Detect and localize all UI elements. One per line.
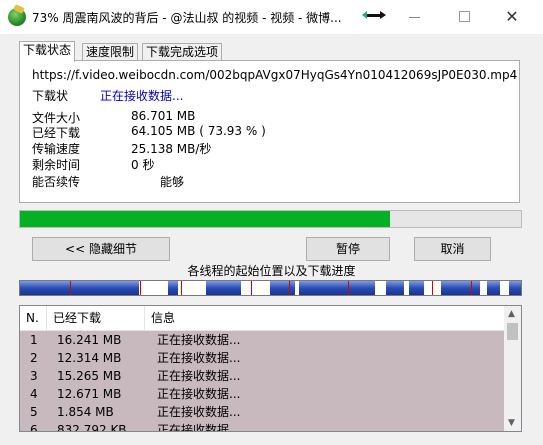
scroll-up-icon[interactable]: ▲ [508,309,515,319]
thread-segment [168,281,178,295]
cell-n: 3 [30,369,38,383]
table-row[interactable]: 4 12.671 MB 正在接收数据... [20,385,504,403]
cell-info: 正在接收数据... [157,351,241,365]
cell-downloaded: 12.671 MB [57,387,122,401]
app-logo-icon [8,8,26,26]
thread-start-marker [432,281,434,295]
cell-n: 4 [30,387,38,401]
hide-details-button[interactable]: << 隐藏细节 [32,237,170,261]
cell-downloaded: 832.792 KB [57,423,127,432]
downloaded-value: 64.105 MB ( 73.93 % ) [131,124,266,138]
column-header-n[interactable]: N. [20,306,47,330]
downloaded-label: 已经下载 [32,126,81,140]
speed-label: 传输速度 [32,142,81,156]
table-row[interactable]: 2 12.314 MB 正在接收数据... [20,349,504,367]
thread-segment [299,281,375,295]
thread-segment [386,281,404,295]
title-bar: 73% 周震南风波的背后 - @法山叔 的视频 - 视频 - 微博... ✕ [0,0,543,34]
thread-start-marker [250,281,252,295]
download-status-panel: https://f.video.weibocdn.com/002bqpAVgx0… [19,60,520,203]
maximize-icon[interactable] [455,8,475,26]
cell-n: 6 [30,423,38,432]
thread-segment [486,281,500,295]
thread-start-marker [347,281,349,295]
window-title: 73% 周震南风波的背后 - @法山叔 的视频 - 视频 - 微博... [32,11,342,25]
tab-completion-options[interactable]: 下载完成选项 [142,43,223,61]
cell-info: 正在接收数据... [157,369,241,383]
state-value: 正在接收数据... [100,89,184,103]
cell-info: 正在接收数据... [157,333,241,347]
cell-n: 1 [30,333,38,347]
table-row[interactable]: 3 15.265 MB 正在接收数据... [20,367,504,385]
thread-segment [440,281,480,295]
thread-start-marker [470,281,472,295]
cell-info: 正在接收数据... [157,405,241,419]
thread-segment [20,281,139,295]
list-scrollbar[interactable]: ▲ ▼ [504,306,521,431]
threads-title: 各线程的起始位置以及下载进度 [187,264,356,278]
thread-start-marker [70,281,72,295]
cell-n: 5 [30,405,38,419]
speed-value: 25.138 MB/秒 [131,142,212,156]
close-icon[interactable]: ✕ [502,8,522,26]
thread-segment [508,281,521,295]
column-header-info[interactable]: 信息 [145,306,501,330]
remaining-label: 剩余时间 [32,158,81,172]
cell-downloaded: 16.241 MB [57,333,122,347]
cell-downloaded: 12.314 MB [57,351,122,365]
resume-label: 能否续传 [32,175,81,189]
list-header: N. 已经下载 信息 [20,306,504,331]
download-progress-bar [19,210,522,228]
thread-segment [408,281,425,295]
download-url: https://f.video.weibocdn.com/002bqpAVgx0… [32,68,517,82]
thread-start-marker [181,281,183,295]
cell-info: 正在接收数据... [157,387,241,401]
cell-n: 2 [30,351,38,365]
cell-downloaded: 1.854 MB [57,405,114,419]
thread-start-marker [140,281,142,295]
column-header-downloaded[interactable]: 已经下载 [47,306,145,330]
cancel-button[interactable]: 取消 [414,237,491,261]
arrow-icon [362,11,386,19]
remaining-value: 0 秒 [131,158,155,172]
table-row[interactable]: 5 1.854 MB 正在接收数据... [20,403,504,421]
tab-download-status[interactable]: 下载状态 [19,41,76,62]
thread-segment [205,281,241,295]
scroll-thumb[interactable] [507,323,518,340]
scroll-down-icon[interactable]: ▼ [508,418,515,428]
threads-progress-bar [19,280,522,296]
file-size-value: 86.701 MB [131,109,196,123]
cell-downloaded: 15.265 MB [57,369,122,383]
thread-start-marker [289,281,291,295]
cell-info: 正在接收数据... [157,423,241,432]
tab-speed-limit[interactable]: 速度限制 [82,43,139,61]
progress-fill [20,211,391,227]
table-row[interactable]: 6 832.792 KB 正在接收数据... [20,421,504,432]
minimize-icon[interactable] [405,8,425,26]
threads-list: N. 已经下载 信息 1 16.241 MB 正在接收数据... 2 12.314 MB… [19,305,522,432]
resume-value: 能够 [160,175,185,189]
table-row[interactable]: 1 16.241 MB 正在接收数据... [20,331,504,349]
pause-button[interactable]: 暂停 [306,237,390,261]
thread-segment [269,281,296,295]
state-label: 下载状 [32,89,69,103]
